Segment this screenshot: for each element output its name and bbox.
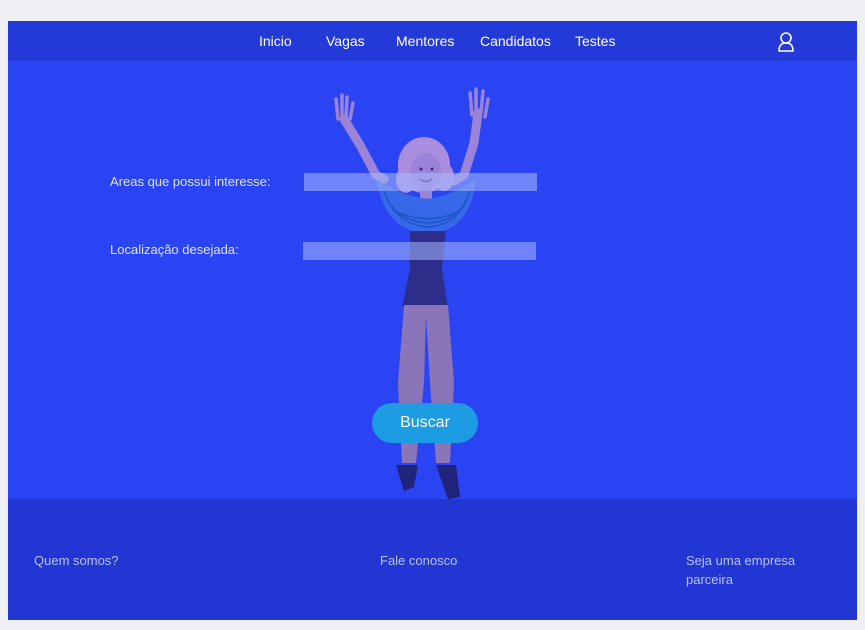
location-input[interactable] [303,242,536,260]
user-icon[interactable] [776,31,796,53]
footer-partner-line1: Seja uma empresa [686,553,796,568]
footer-link-about[interactable]: Quem somos? [34,551,119,570]
nav-candidatos[interactable]: Candidatos [480,33,551,49]
areas-label: Areas que possui interesse: [110,174,271,189]
nav-vagas[interactable]: Vagas [326,33,365,49]
footer-link-partner[interactable]: Seja uma empresa parceira [686,551,826,589]
nav-inicio[interactable]: Inicio [259,33,292,49]
footer-link-contact[interactable]: Fale conosco [380,551,457,570]
footer-partner-line2: parceira [686,572,733,587]
woman-illustration [334,87,490,499]
nav-testes[interactable]: Testes [575,33,615,49]
areas-input[interactable] [304,173,537,191]
app-frame: Inicio Vagas Mentores Candidatos Testes [8,21,857,620]
footer: Quem somos? Fale conosco Seja uma empres… [8,499,857,620]
nav-mentores[interactable]: Mentores [396,33,454,49]
location-label: Localização desejada: [110,242,239,257]
top-navigation: Inicio Vagas Mentores Candidatos Testes [8,21,857,61]
search-button[interactable]: Buscar [372,403,478,443]
